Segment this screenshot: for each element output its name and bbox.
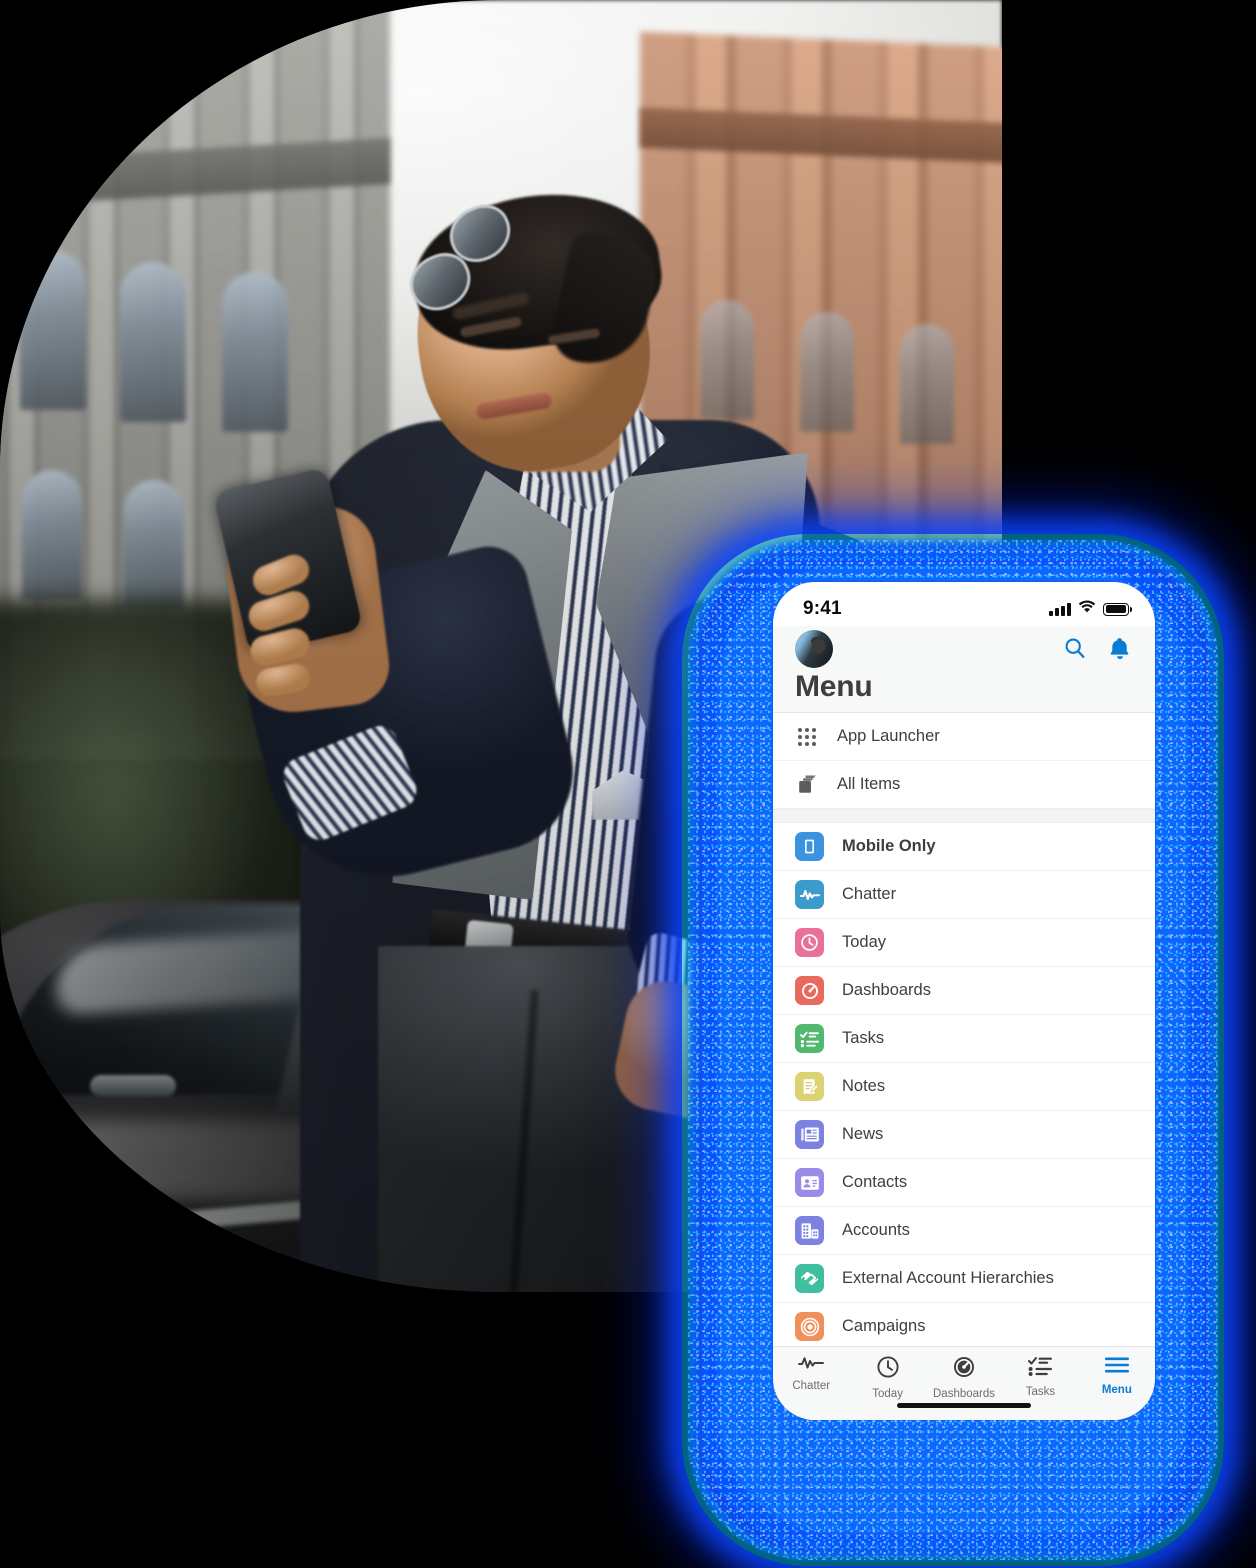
bottom-tab-bar: Chatter Today Dashboards Tasks Menu: [773, 1346, 1155, 1420]
menu-item-label: Today: [842, 933, 887, 951]
menu-item-label: Campaigns: [842, 1317, 926, 1335]
tab-today[interactable]: Today: [849, 1355, 925, 1400]
tab-menu[interactable]: Menu: [1079, 1355, 1155, 1396]
contact-card-icon: [795, 1168, 824, 1197]
status-bar: 9:41: [773, 582, 1155, 626]
menu-item-notes[interactable]: Notes: [773, 1063, 1155, 1111]
tab-label: Tasks: [1025, 1386, 1056, 1398]
mobile-phone-icon: [795, 832, 824, 861]
menu-item-label: Notes: [842, 1077, 886, 1095]
menu-item-external-account-hierarchies[interactable]: External Account Hierarchies: [773, 1255, 1155, 1303]
menu-item-chatter[interactable]: Chatter: [773, 871, 1155, 919]
clock-icon: [795, 928, 824, 957]
hamburger-icon: [1104, 1355, 1130, 1380]
menu-item-label: Contacts: [842, 1173, 908, 1191]
menu-item-all-items[interactable]: All Items: [773, 761, 1155, 809]
target-rings-icon: [795, 1312, 824, 1341]
menu-item-label: Mobile Only: [842, 837, 936, 855]
menu-item-dashboards[interactable]: Dashboards: [773, 967, 1155, 1015]
user-avatar[interactable]: [795, 630, 833, 668]
building-icon: [795, 1216, 824, 1245]
menu-item-today[interactable]: Today: [773, 919, 1155, 967]
menu-item-label: Dashboards: [842, 981, 931, 999]
battery-full-icon: [1103, 602, 1133, 616]
menu-item-label: Chatter: [842, 885, 897, 903]
menu-list: App Launcher All Items Mobile Only Chatt…: [773, 713, 1155, 1351]
gauge-icon: [952, 1355, 976, 1384]
tab-label: Chatter: [792, 1380, 831, 1392]
app-launcher-grid-icon: [795, 725, 819, 749]
cellular-bars-icon: [1049, 602, 1071, 616]
wifi-icon: [1078, 600, 1096, 618]
home-indicator[interactable]: [897, 1402, 1031, 1408]
screenshot-root: 9:41 Menu App Launcher All Items Mobile …: [0, 0, 1256, 1568]
menu-item-label: App Launcher: [837, 727, 940, 745]
phone-mockup: 9:41 Menu App Launcher All Items Mobile …: [773, 582, 1155, 1420]
checklist-icon: [795, 1024, 824, 1053]
clock-icon: [876, 1355, 900, 1384]
chatter-pulse-icon: [795, 880, 824, 909]
menu-item-label: News: [842, 1125, 884, 1143]
menu-item-mobile-only[interactable]: Mobile Only: [773, 823, 1155, 871]
checklist-icon: [1027, 1355, 1053, 1382]
newspaper-icon: [795, 1120, 824, 1149]
all-items-stack-icon: [795, 773, 819, 797]
status-time: 9:41: [803, 598, 842, 619]
chatter-pulse-icon: [798, 1355, 825, 1376]
tab-label: Today: [872, 1388, 903, 1400]
list-section-divider: [773, 809, 1155, 823]
tab-chatter[interactable]: Chatter: [773, 1355, 849, 1392]
menu-item-tasks[interactable]: Tasks: [773, 1015, 1155, 1063]
menu-item-app-launcher[interactable]: App Launcher: [773, 713, 1155, 761]
note-pencil-icon: [795, 1072, 824, 1101]
search-icon[interactable]: [1063, 636, 1087, 662]
menu-item-contacts[interactable]: Contacts: [773, 1159, 1155, 1207]
menu-item-campaigns[interactable]: Campaigns: [773, 1303, 1155, 1351]
handshake-icon: [795, 1264, 824, 1293]
tab-label: Menu: [1101, 1384, 1132, 1396]
bell-icon[interactable]: [1109, 636, 1133, 662]
menu-item-accounts[interactable]: Accounts: [773, 1207, 1155, 1255]
page-title: Menu: [795, 670, 873, 703]
menu-item-label: Tasks: [842, 1029, 885, 1047]
menu-item-label: External Account Hierarchies: [842, 1269, 1054, 1287]
app-header: Menu: [773, 626, 1155, 713]
menu-item-news[interactable]: News: [773, 1111, 1155, 1159]
menu-item-label: All Items: [837, 775, 901, 793]
menu-item-label: Accounts: [842, 1221, 910, 1239]
tab-dashboards[interactable]: Dashboards: [926, 1355, 1002, 1400]
tab-label: Dashboards: [933, 1388, 996, 1400]
gauge-icon: [795, 976, 824, 1005]
tab-tasks[interactable]: Tasks: [1002, 1355, 1078, 1398]
